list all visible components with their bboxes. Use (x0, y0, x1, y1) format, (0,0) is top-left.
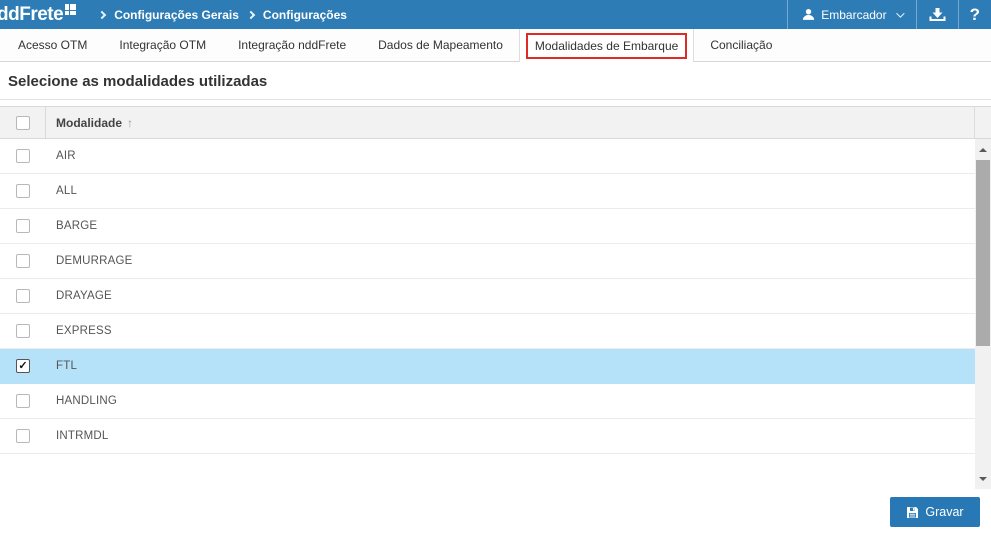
table-row[interactable]: BARGE (0, 209, 975, 244)
breadcrumb-chevron-icon (247, 10, 255, 18)
table-row[interactable]: AIR (0, 139, 975, 174)
table-row[interactable]: HANDLING (0, 384, 975, 419)
save-icon (906, 506, 919, 519)
logo-text: ddFrete (0, 1, 63, 28)
annotation-highlight: Modalidades de Embarque (526, 33, 687, 59)
tab-acesso-otm[interactable]: Acesso OTM (2, 29, 103, 61)
breadcrumb: Configurações Gerais Configurações (90, 8, 347, 22)
row-checkbox-cell (0, 314, 46, 348)
row-label: ALL (46, 185, 77, 197)
row-checkbox-cell (0, 209, 46, 243)
table-row[interactable]: INTRMDL (0, 419, 975, 454)
help-button[interactable]: ? (959, 0, 991, 29)
table-row[interactable]: EXPRESS (0, 314, 975, 349)
tab-dados-de-mapeamento[interactable]: Dados de Mapeamento (362, 29, 519, 61)
breadcrumb-item[interactable]: Configurações (263, 8, 347, 22)
row-label: EXPRESS (46, 325, 112, 337)
download-button[interactable] (917, 0, 958, 29)
row-checkbox[interactable] (16, 149, 30, 163)
breadcrumb-chevron-icon (98, 10, 106, 18)
top-bar: ddFrete Configurações GeraisConfiguraçõe… (0, 0, 991, 29)
scroll-up-button[interactable] (975, 142, 991, 157)
tab-integra-o-otm[interactable]: Integração OTM (103, 29, 222, 61)
tab-modalidades-de-embarque[interactable]: Modalidades de Embarque (519, 29, 694, 62)
scroll-down-icon (979, 477, 987, 481)
row-checkbox[interactable] (16, 429, 30, 443)
select-all-checkbox[interactable] (16, 116, 30, 130)
scrollbar-thumb[interactable] (976, 160, 990, 346)
tab-label: Integração nddFrete (238, 38, 346, 52)
sort-asc-icon[interactable]: ↑ (127, 116, 133, 130)
row-label: AIR (46, 150, 76, 162)
user-icon (802, 8, 815, 21)
page-title: Selecione as modalidades utilizadas (0, 62, 991, 100)
row-label: DEMURRAGE (46, 255, 133, 267)
row-checkbox-cell (0, 419, 46, 453)
table-row[interactable]: DEMURRAGE (0, 244, 975, 279)
row-checkbox[interactable] (16, 219, 30, 233)
row-checkbox[interactable] (16, 394, 30, 408)
app-logo: ddFrete (0, 1, 76, 28)
scroll-up-icon (979, 148, 987, 152)
top-bar-actions: Embarcador ? (787, 0, 991, 29)
logo-grid-icon (65, 4, 76, 15)
row-checkbox-cell (0, 384, 46, 418)
scroll-down-button[interactable] (975, 471, 991, 486)
row-checkbox-cell (0, 279, 46, 313)
tab-label: Dados de Mapeamento (378, 38, 503, 52)
header-checkbox-cell (0, 107, 46, 138)
row-checkbox[interactable] (16, 254, 30, 268)
row-label: DRAYAGE (46, 290, 112, 302)
tab-label: Acesso OTM (18, 38, 87, 52)
modalities-table: Modalidade ↑ AIR ALL BARGE DEMURRAGE DRAYAGE… (0, 106, 991, 489)
breadcrumb-item[interactable]: Configurações Gerais (114, 8, 239, 22)
table-row[interactable]: ✓ FTL (0, 349, 975, 384)
row-checkbox-cell (0, 244, 46, 278)
table-header-row: Modalidade ↑ (0, 106, 991, 139)
row-checkbox-cell (0, 174, 46, 208)
tab-label: Conciliação (710, 38, 772, 52)
table-rows: AIR ALL BARGE DEMURRAGE DRAYAGE EXPRESS ✓ FTL HA… (0, 139, 975, 454)
user-menu[interactable]: Embarcador (788, 0, 915, 29)
row-checkbox[interactable] (16, 184, 30, 198)
app-window: ddFrete Configurações GeraisConfiguraçõe… (0, 0, 991, 541)
tab-label: Integração OTM (119, 38, 206, 52)
vertical-scrollbar[interactable] (975, 139, 991, 489)
column-header-modalidade[interactable]: Modalidade (46, 116, 122, 130)
tab-integra-o-nddfrete[interactable]: Integração nddFrete (222, 29, 362, 61)
save-button-label: Gravar (925, 505, 963, 519)
chevron-down-icon (896, 9, 904, 17)
help-icon: ? (970, 5, 980, 25)
row-checkbox-cell: ✓ (0, 349, 46, 383)
download-icon (928, 7, 947, 23)
row-label: FTL (46, 360, 77, 372)
row-checkbox[interactable]: ✓ (16, 359, 30, 373)
table-row[interactable]: DRAYAGE (0, 279, 975, 314)
save-button[interactable]: Gravar (890, 497, 980, 527)
row-checkbox[interactable] (16, 324, 30, 338)
row-label: BARGE (46, 220, 97, 232)
row-label: HANDLING (46, 395, 117, 407)
row-label: INTRMDL (46, 430, 109, 442)
table-body: AIR ALL BARGE DEMURRAGE DRAYAGE EXPRESS ✓ FTL HA… (0, 139, 991, 489)
row-checkbox-cell (0, 139, 46, 173)
user-menu-label: Embarcador (821, 8, 886, 22)
row-checkbox[interactable] (16, 289, 30, 303)
table-row[interactable]: ALL (0, 174, 975, 209)
tab-concilia-o[interactable]: Conciliação (694, 29, 788, 61)
tab-bar: Acesso OTM Integração OTM Integração nddFr… (0, 29, 991, 62)
